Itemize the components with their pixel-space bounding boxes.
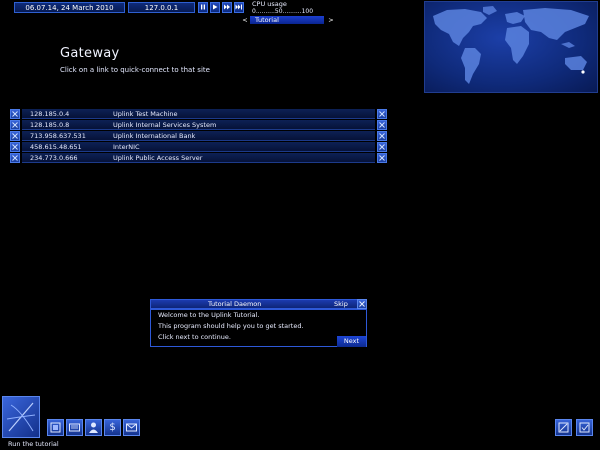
cpu-usage-scale: 0..........50..........100 [252, 8, 314, 15]
world-map[interactable] [424, 1, 598, 93]
bbs-icon [126, 423, 137, 432]
fast-forward-button[interactable] [222, 2, 232, 13]
faster-icon [235, 4, 242, 10]
link-info-button[interactable] [377, 120, 387, 130]
link-name[interactable]: Uplink Internal Services System [113, 121, 216, 129]
tutorial-daemon-dialog: Tutorial Daemon Skip Welcome to the Upli… [150, 299, 367, 347]
link-ip: 458.615.48.651 [30, 143, 82, 151]
dialog-title: Tutorial Daemon [208, 300, 262, 308]
cross-icon [379, 122, 385, 128]
delete-link-button[interactable] [10, 109, 20, 119]
tutorial-nav: < Tutorial > [241, 16, 335, 24]
dialog-line: Welcome to the Uplink Tutorial. [158, 311, 260, 319]
next-button[interactable]: Next [337, 336, 366, 347]
cross-icon [12, 144, 18, 150]
pause-icon [201, 4, 205, 10]
close-icon [359, 301, 365, 307]
pause-button[interactable] [198, 2, 208, 13]
link-name[interactable]: InterNIC [113, 143, 140, 151]
cross-icon [379, 111, 385, 117]
delete-link-button[interactable] [10, 153, 20, 163]
link-ip: 234.773.0.666 [30, 154, 78, 162]
status-text: Run the tutorial [8, 440, 59, 448]
link-name[interactable]: Uplink Public Access Server [113, 154, 202, 162]
cross-icon [379, 133, 385, 139]
cross-icon [12, 133, 18, 139]
status-icon [579, 422, 590, 433]
tutorial-nav-label[interactable]: Tutorial [250, 16, 324, 24]
tutorial-next-nav-button[interactable]: > [327, 16, 335, 24]
world-map-continents [433, 6, 589, 84]
link-ip: 128.185.0.4 [30, 110, 70, 118]
link-row[interactable]: 713.958.637.531 Uplink International Ban… [10, 131, 387, 141]
play-button[interactable] [210, 2, 220, 13]
link-ip: 128.185.0.8 [30, 121, 70, 129]
close-button[interactable] [357, 299, 367, 309]
cross-icon [12, 111, 18, 117]
local-ip-display[interactable]: 127.0.0.1 [128, 2, 195, 13]
link-name[interactable]: Uplink Test Machine [113, 110, 178, 118]
cross-icon [12, 122, 18, 128]
memory-icon [558, 422, 569, 433]
page-subtitle: Click on a link to quick-connect to that… [60, 66, 210, 74]
cpu-usage-label: CPU usage [252, 0, 287, 8]
finance-button[interactable]: $ [104, 419, 121, 436]
cross-icon [379, 144, 385, 150]
email-button[interactable] [85, 419, 102, 436]
status-button[interactable] [576, 419, 593, 436]
hardware-icon [69, 423, 80, 432]
link-info-button[interactable] [377, 142, 387, 152]
delete-link-button[interactable] [10, 120, 20, 130]
datetime-display: 06.07.14, 24 March 2010 [14, 2, 125, 13]
fast-forward-icon [224, 4, 230, 10]
main-menu-button[interactable] [2, 396, 40, 438]
link-ip: 713.958.637.531 [30, 132, 86, 140]
memory-button[interactable] [555, 419, 572, 436]
link-info-button[interactable] [377, 153, 387, 163]
link-row[interactable]: 128.185.0.4 Uplink Test Machine [10, 109, 387, 119]
link-row[interactable]: 458.615.48.651 InterNIC [10, 142, 387, 152]
finance-icon: $ [109, 422, 116, 433]
delete-link-button[interactable] [10, 142, 20, 152]
cross-icon [12, 155, 18, 161]
link-row[interactable]: 234.773.0.666 Uplink Public Access Serve… [10, 153, 387, 163]
software-button[interactable] [47, 419, 64, 436]
link-name[interactable]: Uplink International Bank [113, 132, 195, 140]
skip-button[interactable]: Skip [334, 300, 348, 308]
dialog-line: Click next to continue. [158, 333, 231, 341]
play-icon [213, 4, 218, 10]
page-title: Gateway [60, 46, 120, 61]
link-row[interactable]: 128.185.0.8 Uplink Internal Services Sys… [10, 120, 387, 130]
faster-button[interactable] [234, 2, 244, 13]
dialog-body: Welcome to the Uplink Tutorial. This pro… [150, 309, 367, 347]
link-info-button[interactable] [377, 131, 387, 141]
tutorial-prev-button[interactable]: < [241, 16, 249, 24]
cross-icon [379, 155, 385, 161]
link-info-button[interactable] [377, 109, 387, 119]
email-icon [89, 422, 98, 433]
globe-icon [6, 402, 36, 432]
bbs-button[interactable] [123, 419, 140, 436]
dialog-line: This program should help you to get star… [158, 322, 304, 330]
delete-link-button[interactable] [10, 131, 20, 141]
hardware-button[interactable] [66, 419, 83, 436]
software-icon [50, 422, 61, 433]
